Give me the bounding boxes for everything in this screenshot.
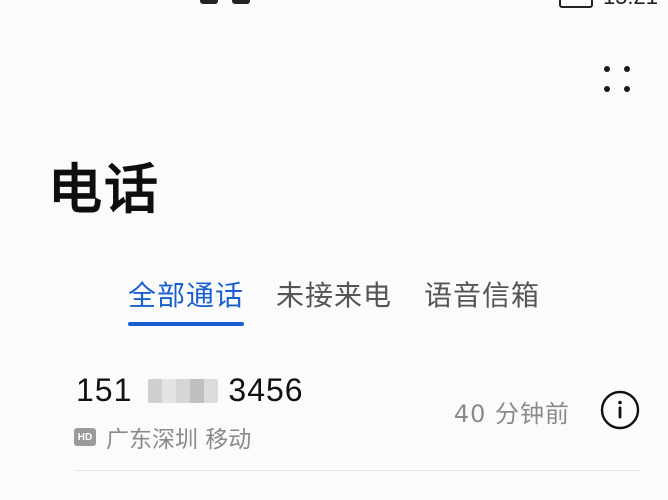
status-time: 15:21 (603, 0, 658, 8)
info-icon (600, 390, 640, 430)
call-info-button[interactable] (600, 390, 640, 430)
more-dots-icon (604, 86, 610, 92)
tab-all-calls[interactable]: 全部通话 (128, 276, 245, 326)
more-dots-icon (604, 66, 610, 72)
tab-voicemail[interactable]: 语音信箱 (424, 276, 540, 316)
more-dots-icon (624, 86, 630, 92)
notification-icon (200, 0, 218, 4)
call-number-prefix: 151 (76, 372, 133, 408)
app-notification-icon (232, 0, 250, 4)
call-meta: HD 广东深圳 移动 (74, 420, 251, 454)
phone-app-screen: 15:21 电话 全部通话 未接来电 语音信箱 151 3456 HD 广东深圳… (0, 0, 668, 500)
call-location: 广东深圳 移动 (106, 427, 252, 453)
more-options-button[interactable] (596, 60, 638, 102)
number-mask (148, 378, 219, 403)
call-list-item[interactable]: 151 3456 HD 广东深圳 移动 40 分钟前 (74, 368, 640, 471)
status-bar: 15:21 (0, 0, 668, 8)
status-bar-right: 15:21 (558, 0, 658, 8)
hd-badge: HD (74, 428, 96, 446)
more-dots-icon (624, 66, 630, 72)
tab-missed-calls[interactable]: 未接来电 (276, 276, 392, 316)
call-tabs: 全部通话 未接来电 语音信箱 (128, 276, 540, 326)
battery-icon (558, 0, 593, 8)
call-time: 40 分钟前 (453, 400, 570, 428)
call-number-suffix: 3456 (228, 372, 304, 408)
page-title: 电话 (48, 158, 160, 221)
status-bar-left (200, 0, 250, 4)
call-number: 151 3456 (76, 372, 304, 409)
